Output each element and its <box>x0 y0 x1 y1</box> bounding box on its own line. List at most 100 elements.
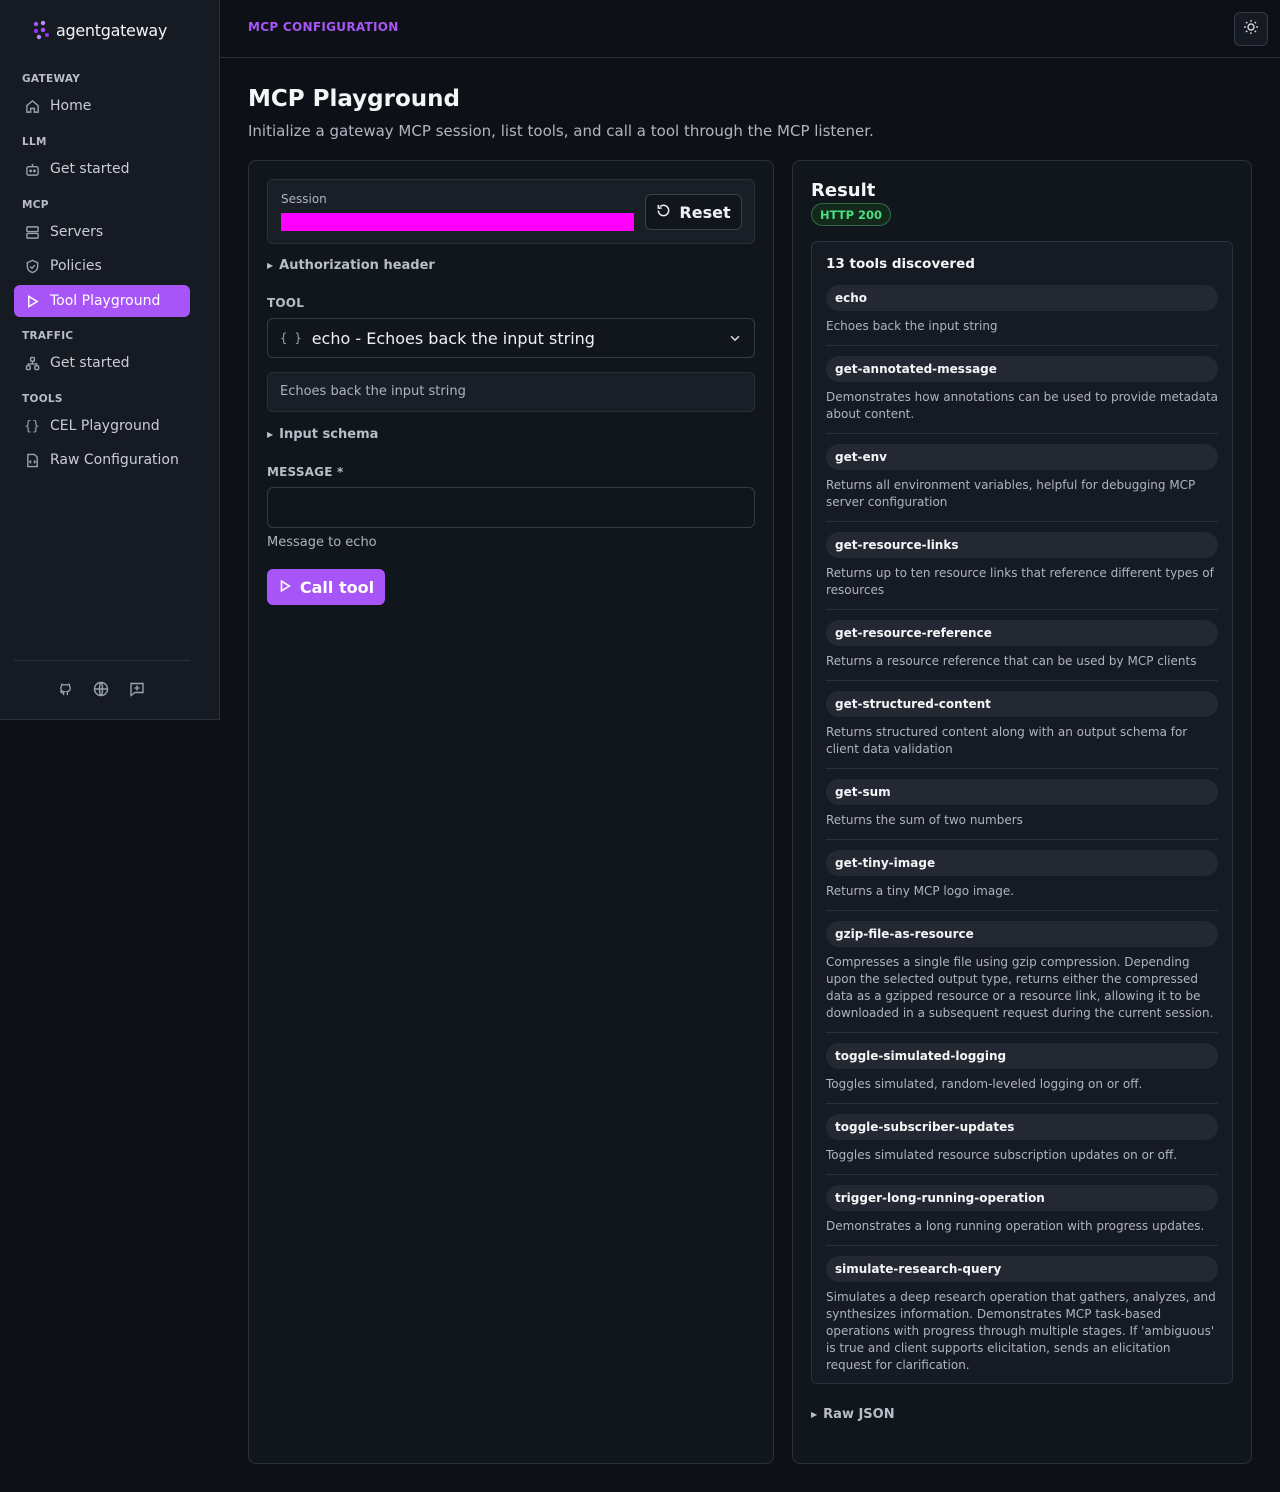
sidebar-item-label: Get started <box>50 355 130 371</box>
list-item: get-resource-links Returns up to ten reso… <box>826 532 1218 610</box>
list-item: get-resource-reference Returns a resource… <box>826 620 1218 681</box>
tool-name-pill: get-env <box>826 444 1218 470</box>
list-item: trigger-long-running-operation Demonstrat… <box>826 1185 1218 1246</box>
tool-name-pill: get-resource-links <box>826 532 1218 558</box>
triangle-right-icon: ▶ <box>811 1410 818 1419</box>
tool-name-pill: toggle-simulated-logging <box>826 1043 1218 1069</box>
triangle-right-icon: ▶ <box>267 261 274 270</box>
sidebar-item-label: Home <box>50 98 92 114</box>
result-title: Result <box>811 180 876 201</box>
nav-group-llm: LLM <box>22 136 47 148</box>
play-icon <box>278 578 292 597</box>
logo-text: agentgateway <box>56 20 168 40</box>
tool-select-value: echo - Echoes back the input string <box>311 328 595 348</box>
tool-description-text: Returns all environment variables, helpf… <box>826 478 1196 509</box>
tool-name-pill: get-structured-content <box>826 691 1218 717</box>
sidebar-item-policies[interactable]: Policies <box>14 250 190 282</box>
sidebar-item-tool-playground[interactable]: Tool Playground <box>14 285 190 317</box>
tool-description-text: Compresses a single file using gzip comp… <box>826 955 1214 1020</box>
tool-description-text: Returns up to ten resource links that re… <box>826 566 1214 597</box>
sidebar-item-servers[interactable]: Servers <box>14 216 190 248</box>
tool-name-pill: trigger-long-running-operation <box>826 1185 1218 1211</box>
raw-json-toggle[interactable]: ▶ Raw JSON <box>811 1407 895 1422</box>
list-item: get-tiny-image Returns a tiny MCP logo im… <box>826 850 1218 911</box>
tool-select[interactable]: { } echo - Echoes back the input string <box>267 318 755 358</box>
tool-description-text: Demonstrates how annotations can be used… <box>826 390 1219 421</box>
raw-json-label: Raw JSON <box>823 1407 895 1422</box>
triangle-right-icon: ▶ <box>267 430 274 439</box>
tool-description: Echoes back the input string <box>267 372 755 412</box>
feedback-icon[interactable] <box>128 680 146 698</box>
nav-group-gateway: GATEWAY <box>22 73 81 85</box>
list-item: echo Echoes back the input string <box>826 285 1218 346</box>
reset-label: Reset <box>679 202 731 222</box>
session-id-redacted <box>281 213 634 231</box>
tool-field-label: TOOL <box>267 296 305 310</box>
page-title: MCP Playground <box>248 86 460 112</box>
theme-toggle-button[interactable] <box>1234 12 1268 46</box>
sidebar-item-label: Servers <box>50 224 104 240</box>
chevron-down-icon <box>728 330 742 349</box>
tool-description-text: Demonstrates a long running operation wi… <box>826 1219 1205 1233</box>
tool-name-pill: simulate-research-query <box>826 1256 1218 1282</box>
call-tool-label: Call tool <box>299 577 375 597</box>
session-label: Session <box>281 192 327 206</box>
bot-icon <box>24 161 40 177</box>
sidebar-item-home[interactable]: Home <box>14 90 190 122</box>
message-input[interactable] <box>267 487 755 528</box>
list-item: get-env Returns all environment variables… <box>826 444 1218 522</box>
authorization-header-toggle[interactable]: ▶ Authorization header <box>267 258 435 273</box>
list-item: simulate-research-query Simulates a deep … <box>826 1256 1218 1384</box>
call-tool-button[interactable]: Call tool <box>267 569 385 605</box>
tool-description-text: Toggles simulated resource subscription … <box>826 1148 1178 1162</box>
tool-description-text: Toggles simulated, random-leveled loggin… <box>826 1077 1143 1091</box>
tool-description-text: Echoes back the input string <box>826 319 998 333</box>
sidebar-item-traffic-get-started[interactable]: Get started <box>14 347 190 379</box>
github-icon[interactable] <box>56 680 74 698</box>
tool-name-pill: get-resource-reference <box>826 620 1218 646</box>
sidebar-item-label: Raw Configuration <box>50 452 179 468</box>
tool-description-text: Returns structured content along with an… <box>826 725 1188 756</box>
home-icon <box>24 98 40 114</box>
list-item: get-sum Returns the sum of two numbers <box>826 779 1218 840</box>
reset-icon <box>656 203 671 222</box>
nav-group-mcp: MCP <box>22 199 49 211</box>
session-box: Session Reset <box>267 179 755 244</box>
sidebar: agentgateway GATEWAY Home LLM Get starte… <box>0 0 220 720</box>
sidebar-item-raw-configuration[interactable]: Raw Configuration <box>14 444 190 476</box>
list-item: gzip-file-as-resource Compresses a single… <box>826 921 1218 1033</box>
sidebar-item-label: CEL Playground <box>50 418 160 434</box>
globe-icon[interactable] <box>92 680 110 698</box>
page-subtitle: Initialize a gateway MCP session, list t… <box>248 122 874 140</box>
request-panel: Session Reset ▶ Authorization header TOO… <box>248 160 774 1464</box>
nav-group-tools: TOOLS <box>22 393 63 405</box>
sidebar-item-label: Get started <box>50 161 130 177</box>
sidebar-item-llm-get-started[interactable]: Get started <box>14 153 190 185</box>
shield-icon <box>24 258 40 274</box>
tools-count: 13 tools discovered <box>826 256 975 272</box>
tool-name-pill: gzip-file-as-resource <box>826 921 1218 947</box>
agentgateway-logo-icon <box>32 20 50 40</box>
authorization-header-label: Authorization header <box>279 258 435 273</box>
logo[interactable]: agentgateway <box>32 20 167 40</box>
tools-list-box: 13 tools discovered echo Echoes back the … <box>811 241 1233 1384</box>
input-schema-toggle[interactable]: ▶ Input schema <box>267 427 378 442</box>
sidebar-item-cel-playground[interactable]: {} CEL Playground <box>14 410 190 442</box>
tool-name-pill: get-tiny-image <box>826 850 1218 876</box>
tool-name-pill: get-annotated-message <box>826 356 1218 382</box>
topbar: MCP CONFIGURATION <box>220 0 1280 58</box>
list-item: get-structured-content Returns structured… <box>826 691 1218 769</box>
tool-description-text: Simulates a deep research operation that… <box>826 1290 1216 1372</box>
sun-icon <box>1243 19 1259 39</box>
tool-name-pill: echo <box>826 285 1218 311</box>
tool-name-pill: toggle-subscriber-updates <box>826 1114 1218 1140</box>
result-panel: Result HTTP 200 13 tools discovered echo… <box>792 160 1252 1464</box>
play-icon <box>24 293 40 309</box>
braces-icon: {} <box>24 418 40 434</box>
network-icon <box>24 355 40 371</box>
list-item: toggle-subscriber-updates Toggles simulat… <box>826 1114 1218 1175</box>
nav-group-traffic: TRAFFIC <box>22 330 74 342</box>
reset-button[interactable]: Reset <box>645 194 742 230</box>
tool-description-text: Returns a tiny MCP logo image. <box>826 884 1015 898</box>
file-code-icon <box>24 452 40 468</box>
